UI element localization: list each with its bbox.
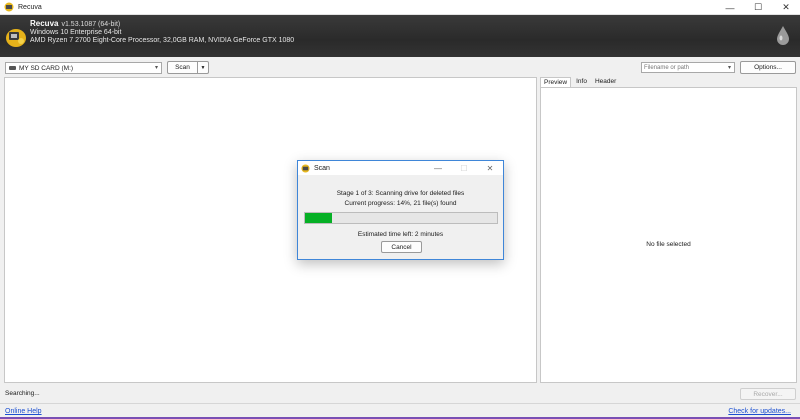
scan-dropdown-arrow-icon[interactable]: ▼ [198, 62, 208, 73]
tab-header[interactable]: Header [592, 77, 619, 87]
title-bar: Recuva — ☐ ✕ [0, 0, 800, 15]
scan-stage-text: Stage 1 of 3: Scanning drive for deleted… [336, 190, 465, 197]
system-os-info: Windows 10 Enterprise 64-bit [30, 29, 122, 36]
time-left-text: Estimated time left: 2 minutes [357, 231, 444, 238]
window-title: Recuva [18, 3, 42, 11]
chevron-down-icon: ▾ [154, 65, 158, 71]
scan-dialog-title: Scan [314, 164, 330, 172]
chevron-down-icon[interactable]: ▾ [728, 64, 731, 71]
recuva-logo-icon [6, 29, 26, 47]
scan-button[interactable]: Scan [168, 62, 198, 73]
toolbar: MY SD CARD (M:) ▾ Scan ▼ Filename or pat… [0, 57, 800, 77]
minimize-button[interactable]: — [716, 0, 744, 15]
maximize-button[interactable]: ☐ [744, 0, 772, 15]
close-button[interactable]: ✕ [772, 0, 800, 15]
app-header: Recuva v1.53.1087 (64-bit) Windows 10 Ent… [0, 15, 800, 57]
scan-progress-fill [305, 213, 332, 223]
filter-placeholder: Filename or path [644, 64, 690, 71]
no-file-message: No file selected [646, 241, 691, 248]
scan-dialog-title-bar: Scan — ☐ ✕ [298, 161, 503, 175]
drive-select[interactable]: MY SD CARD (M:) ▾ [5, 62, 162, 74]
app-version: v1.53.1087 (64-bit) [61, 21, 121, 28]
filename-filter-input[interactable]: Filename or path ▾ [641, 62, 735, 73]
app-name-text: Recuva [30, 19, 59, 28]
scan-progress-text: Current progress: 14%, 21 file(s) found [344, 200, 457, 207]
recuva-app-icon [301, 163, 310, 173]
online-help-link[interactable]: Online Help [5, 408, 42, 415]
tab-info[interactable]: Info [573, 77, 590, 87]
app-name: Recuva v1.53.1087 (64-bit) [30, 19, 120, 28]
cancel-button[interactable]: Cancel [381, 241, 422, 253]
recover-button[interactable]: Recover... [740, 388, 796, 400]
check-updates-link[interactable]: Check for updates... [728, 408, 791, 415]
options-button[interactable]: Options... [740, 61, 796, 74]
preview-area: No file selected [540, 87, 797, 383]
scan-split-button: Scan ▼ [167, 61, 209, 74]
tab-preview[interactable]: Preview [540, 77, 572, 87]
drive-select-value: MY SD CARD (M:) [19, 64, 74, 72]
scan-dialog: Scan — ☐ ✕ Stage 1 of 3: Scanning drive … [297, 160, 504, 260]
recuva-app-icon [4, 2, 14, 12]
scan-progress-bar [304, 212, 498, 224]
dialog-maximize-button: ☐ [460, 163, 468, 173]
water-drop-icon [777, 26, 789, 45]
details-pane: Preview Info Header No file selected [540, 77, 797, 383]
status-text: Searching... [5, 390, 40, 397]
dialog-close-button[interactable]: ✕ [477, 161, 503, 175]
drive-icon [9, 66, 16, 70]
dialog-minimize-button[interactable]: — [425, 161, 451, 175]
system-hardware-info: AMD Ryzen 7 2700 Eight-Core Processor, 3… [30, 37, 295, 44]
divider [0, 403, 800, 404]
